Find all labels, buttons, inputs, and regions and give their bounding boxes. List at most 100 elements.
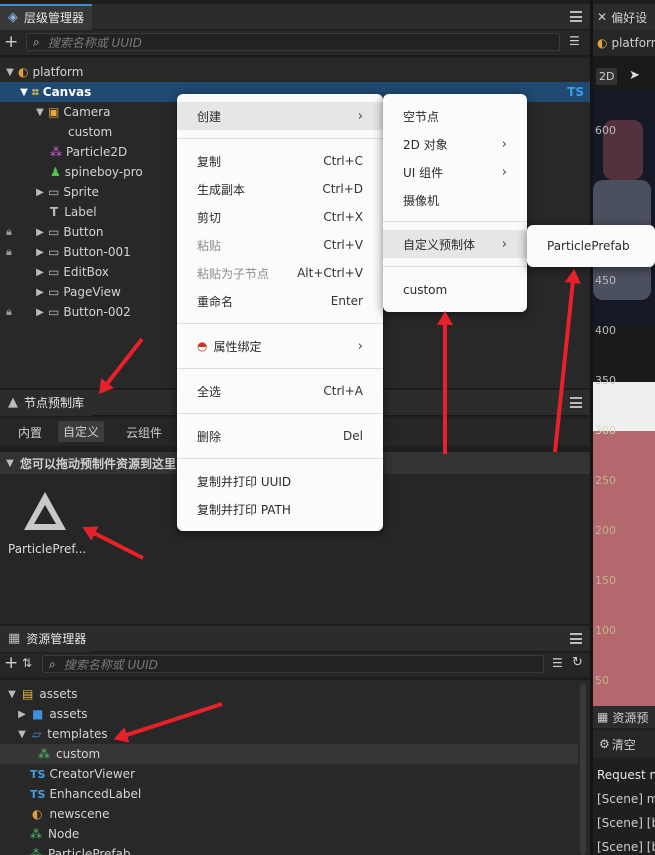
hierarchy-search-input[interactable]: ⌕ 搜索名称或 UUID xyxy=(26,33,560,51)
sort-icon[interactable]: ☰ xyxy=(569,34,580,48)
asset-row-custom[interactable]: ⁂ custom xyxy=(0,744,578,764)
chevron-right-icon: › xyxy=(501,236,507,252)
console-row: [Scene] [bo xyxy=(597,840,655,854)
tab-builtin[interactable]: 内置 xyxy=(12,424,48,441)
lock-icon[interactable]: 🔒︎ xyxy=(6,225,34,239)
chevron-down-icon[interactable]: ▼ xyxy=(4,458,16,469)
tree-label: Particle2D xyxy=(66,145,128,159)
chevron-down-icon[interactable]: ▼ xyxy=(18,87,30,98)
tree-row-pageview[interactable]: ▶ ▭ PageView xyxy=(0,282,121,302)
search-icon: ⌕ xyxy=(49,656,56,671)
tab-cloud[interactable]: 云组件 xyxy=(120,424,168,441)
prefab-lib-tab[interactable]: ▲ 节点预制库 xyxy=(0,389,93,416)
tree-row-spineboy[interactable]: ♟ spineboy-pro xyxy=(0,162,143,182)
menu-divider xyxy=(177,323,383,324)
camera-icon: ▣ xyxy=(48,105,60,119)
lock-icon[interactable]: 🔒︎ xyxy=(6,245,34,259)
menu-item-select-all[interactable]: 全选 Ctrl+A xyxy=(177,377,383,405)
asset-row-newscene[interactable]: ◐ newscene xyxy=(0,804,110,824)
submenu-item-particle-prefab[interactable]: ParticlePrefab xyxy=(527,232,655,260)
tree-row-sprite[interactable]: ▶ ▭ Sprite xyxy=(0,182,99,202)
menu-item-cut[interactable]: 剪切 Ctrl+X xyxy=(177,203,383,231)
tree-row-editbox[interactable]: ▶ ▭ EditBox xyxy=(0,262,109,282)
assets-tab[interactable]: ▦ 资源管理器 xyxy=(0,625,95,652)
tree-label: spineboy-pro xyxy=(64,165,143,179)
lock-icon[interactable]: 🔒︎ xyxy=(6,305,34,319)
chevron-down-icon[interactable]: ▼ xyxy=(16,729,28,740)
image-icon: ▭ xyxy=(48,245,60,259)
pref-tab[interactable]: 偏好设 xyxy=(611,9,647,26)
asset-label: EnhancedLabel xyxy=(49,787,142,801)
prefab-item[interactable]: ParticlePref... xyxy=(4,488,86,558)
chevron-right-icon[interactable]: ▶ xyxy=(34,247,46,258)
tree-row-button[interactable]: 🔒︎ ▶ ▭ Button xyxy=(0,222,104,242)
select-tool-icon[interactable]: ➤ xyxy=(629,68,640,83)
menu-item-delete[interactable]: 删除 Del xyxy=(177,422,383,450)
asset-row-node[interactable]: ⁂ Node xyxy=(0,824,79,844)
menu-item-paste[interactable]: 粘贴 Ctrl+V xyxy=(177,231,383,259)
asset-row-assets-db[interactable]: ▼ ▤ assets xyxy=(0,684,77,704)
assets-search-input[interactable]: ⌕ 搜索名称或 UUID xyxy=(42,655,544,673)
list-icon[interactable]: ☰ xyxy=(552,656,563,670)
clear-icon: ⚙ xyxy=(599,737,610,751)
menu-item-create[interactable]: 创建 › xyxy=(177,102,383,130)
chevron-right-icon[interactable]: ▶ xyxy=(34,227,46,238)
assets-scrollbar[interactable] xyxy=(580,684,586,855)
chevron-right-icon[interactable]: ▶ xyxy=(34,307,46,318)
submenu-item-custom[interactable]: custom xyxy=(383,276,527,304)
asset-row-creatorviewer[interactable]: TS CreatorViewer xyxy=(0,764,135,784)
prefab-icon: ⁂ xyxy=(30,827,42,841)
menu-item-property-binding[interactable]: ◓ 属性绑定 › xyxy=(177,332,383,360)
assets-menu-icon[interactable] xyxy=(570,633,582,644)
menu-item-copy-path[interactable]: 复制并打印 PATH xyxy=(177,495,383,523)
prefab-lib-menu-icon[interactable] xyxy=(570,397,582,408)
menu-item-paste-as-child[interactable]: 粘贴为子节点 Alt+Ctrl+V xyxy=(177,259,383,287)
submenu-item-camera[interactable]: 摄像机 xyxy=(383,186,527,214)
tree-row-platform[interactable]: ▼ ◐ platform xyxy=(0,62,590,82)
hierarchy-tab[interactable]: ◈ 层级管理器 xyxy=(0,3,93,30)
tab-custom[interactable]: 自定义 xyxy=(58,421,105,442)
chevron-right-icon[interactable]: ▶ xyxy=(34,267,46,278)
menu-item-copy[interactable]: 复制 Ctrl+C xyxy=(177,147,383,175)
chevron-right-icon[interactable]: ▶ xyxy=(16,709,28,720)
submenu-item-empty-node[interactable]: 空节点 xyxy=(383,102,527,130)
tree-row-button-001[interactable]: 🔒︎ ▶ ▭ Button-001 xyxy=(0,242,131,262)
asset-row-assets[interactable]: ▶ ■ assets xyxy=(0,704,87,724)
refresh-icon[interactable]: ↻ xyxy=(572,655,583,670)
sort-icon[interactable]: ⇅ xyxy=(22,656,32,670)
asset-row-enhancedlabel[interactable]: TS EnhancedLabel xyxy=(0,784,141,804)
chevron-down-icon[interactable]: ▼ xyxy=(4,67,16,78)
chevron-right-icon[interactable]: ▶ xyxy=(34,187,46,198)
chevron-down-icon[interactable]: ▼ xyxy=(6,689,18,700)
menu-item-rename[interactable]: 重命名 Enter xyxy=(177,287,383,315)
tree-row-custom[interactable]: custom xyxy=(0,122,112,142)
asset-row-templates[interactable]: ▼ ▱ templates xyxy=(0,724,108,744)
add-icon[interactable]: + xyxy=(4,653,18,673)
tree-row-label[interactable]: T Label xyxy=(0,202,97,222)
tree-row-camera[interactable]: ▼ ▣ Camera xyxy=(0,102,110,122)
chevron-down-icon[interactable]: ▼ xyxy=(34,107,46,118)
triangle-logo-icon: ▲ xyxy=(8,395,18,410)
section-label: 您可以拖动预制件资源到这里 xyxy=(20,456,177,471)
ruler-tick: 600 xyxy=(595,124,616,137)
menu-item-duplicate[interactable]: 生成副本 Ctrl+D xyxy=(177,175,383,203)
clear-button[interactable]: 清空 xyxy=(612,736,636,753)
submenu-item-2d-object[interactable]: 2D 对象 › xyxy=(383,130,527,158)
tree-row-particle2d[interactable]: ⁂ Particle2D xyxy=(0,142,127,162)
submenu-item-custom-prefab[interactable]: 自定义预制体 › xyxy=(383,230,527,258)
console-title[interactable]: 资源预 xyxy=(612,709,648,726)
asset-row-particleprefab[interactable]: ⁂ ParticlePrefab xyxy=(0,844,131,855)
prefab-item-label: ParticlePref... xyxy=(8,542,87,556)
scene-tab[interactable]: platform xyxy=(611,36,655,50)
ts-file-icon: TS xyxy=(30,767,46,781)
add-icon[interactable]: + xyxy=(4,32,18,52)
mode-2d-button[interactable]: 2D xyxy=(596,68,618,85)
hierarchy-menu-icon[interactable] xyxy=(570,11,582,22)
tree-row-button-002[interactable]: 🔒︎ ▶ ▭ Button-002 xyxy=(0,302,131,322)
submenu-item-ui-component[interactable]: UI 组件 › xyxy=(383,158,527,186)
search-icon: ⌕ xyxy=(33,34,40,49)
particle-prefab-icon xyxy=(24,492,66,530)
chevron-right-icon[interactable]: ▶ xyxy=(34,287,46,298)
menu-item-copy-uuid[interactable]: 复制并打印 UUID xyxy=(177,467,383,495)
asset-label: ParticlePrefab xyxy=(48,847,131,855)
